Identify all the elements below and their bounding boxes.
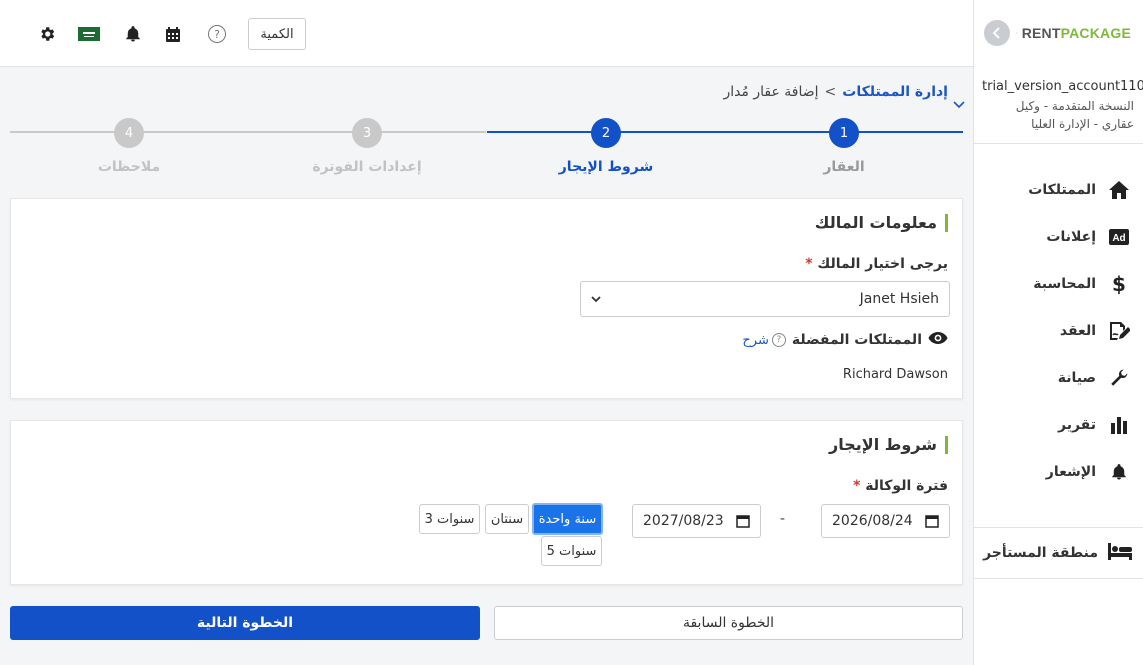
- breadcrumb-separator: >: [824, 84, 837, 100]
- sidebar-item-label: المحاسبة: [1033, 275, 1096, 292]
- period-label-text: فترة الوكالة: [865, 478, 948, 494]
- wizard-stepper: 1 العقار 2 شروط الإيجار 3 إعدادات الفوتر…: [10, 115, 963, 185]
- previous-step-button[interactable]: الخطوة السابقة: [494, 606, 963, 640]
- logo-text-package: PACKAGE: [1060, 25, 1131, 41]
- sidebar-item-accounting[interactable]: المحاسبة $: [974, 260, 1143, 307]
- favorites-value: Richard Dawson: [842, 367, 948, 382]
- home-icon: [1108, 179, 1130, 201]
- eye-icon[interactable]: [928, 331, 948, 349]
- stepper-line-complete: [487, 131, 963, 133]
- sidebar-item-label: الممتلكات: [1028, 181, 1096, 198]
- ad-icon: Ad: [1108, 226, 1130, 248]
- sidebar-item-label: صيانة: [1057, 369, 1096, 386]
- owner-info-card: معلومات المالك يرجى اختيار المالك * Jane…: [10, 198, 963, 399]
- step-4-label[interactable]: ملاحظات: [59, 159, 199, 175]
- svg-text:Ad: Ad: [1112, 233, 1125, 244]
- bell-icon[interactable]: [123, 24, 143, 44]
- calendar-icon: [925, 515, 939, 528]
- sidebar-item-contract[interactable]: العقد: [974, 307, 1143, 354]
- top-bar: ? الكمية: [0, 0, 973, 67]
- logo-text: RENTPACKAGE: [1022, 25, 1131, 41]
- breadcrumb-current: إضافة عقار مُدار: [723, 84, 819, 100]
- sidebar-item-label: الإشعار: [1045, 463, 1096, 480]
- owner-select-value: Janet Hsieh: [859, 291, 939, 307]
- stepper-line-pending: [10, 131, 367, 133]
- help-icon[interactable]: ?: [207, 24, 227, 44]
- step-4-circle[interactable]: 4: [114, 118, 144, 148]
- explain-link[interactable]: ? شرح: [742, 332, 786, 348]
- wrench-icon: [1108, 367, 1130, 389]
- help-symbol: ?: [208, 25, 226, 43]
- sidebar-menu: الممتلكات إعلانات Ad المحاسبة $ العقد صي…: [974, 166, 1143, 495]
- period-two-years-button[interactable]: سنتان: [485, 504, 529, 534]
- favorites-row: الممتلكات المفضلة ? شرح: [742, 331, 948, 349]
- period-one-year-button[interactable]: سنة واحدة: [532, 503, 603, 535]
- start-date-value: 2026/08/24: [832, 513, 913, 529]
- gear-icon[interactable]: [37, 24, 57, 44]
- sidebar-item-properties[interactable]: الممتلكات: [974, 166, 1143, 213]
- period-field-label: فترة الوكالة *: [853, 478, 948, 494]
- explain-link-label: شرح: [742, 332, 769, 348]
- chart-icon: [1108, 414, 1130, 436]
- rentpackage-logo[interactable]: RENTPACKAGE: [1016, 20, 1131, 46]
- start-date-input[interactable]: 2026/08/24: [821, 504, 950, 538]
- step-1-label[interactable]: العقار: [774, 159, 914, 175]
- owner-label-text: يرجى اختيار المالك: [817, 256, 948, 272]
- sidebar-collapse-button[interactable]: [984, 20, 1010, 46]
- svg-text:$: $: [1112, 273, 1126, 295]
- sidebar-item-notification[interactable]: الإشعار: [974, 448, 1143, 495]
- quantity-button[interactable]: الكمية: [248, 18, 306, 50]
- breadcrumb-parent[interactable]: إدارة الممتلكات: [842, 84, 948, 100]
- lease-card-title: شروط الإيجار: [829, 436, 948, 454]
- favorites-title: الممتلكات المفضلة: [791, 332, 922, 348]
- date-separator: -: [780, 511, 786, 527]
- sidebar: trial_version_account110 النسخة المتقدمة…: [973, 0, 1143, 665]
- sidebar-item-label: العقد: [1059, 322, 1096, 339]
- owner-card-title: معلومات المالك: [815, 214, 948, 232]
- tenant-area-label: منطقة المستأجر: [983, 545, 1098, 561]
- required-mark: *: [853, 478, 861, 494]
- owner-field-label: يرجى اختيار المالك *: [805, 256, 948, 272]
- chevron-down-icon[interactable]: [953, 98, 965, 113]
- sidebar-item-maintenance[interactable]: صيانة: [974, 354, 1143, 401]
- sidebar-item-ads[interactable]: إعلانات Ad: [974, 213, 1143, 260]
- saudi-flag-icon[interactable]: [78, 24, 100, 44]
- bed-icon: [1108, 542, 1132, 564]
- breadcrumb: إدارة الممتلكات > إضافة عقار مُدار: [723, 84, 948, 100]
- contract-icon: [1108, 320, 1130, 342]
- owner-select[interactable]: Janet Hsieh: [580, 281, 950, 317]
- logo-house-icon: [1016, 32, 1018, 34]
- account-role: النسخة المتقدمة - وكيل عقاري - الإدارة ا…: [1015, 99, 1134, 131]
- end-date-input[interactable]: 2027/08/23: [632, 504, 761, 538]
- end-date-value: 2027/08/23: [643, 513, 724, 529]
- calendar-icon[interactable]: [163, 24, 183, 44]
- bell-icon: [1108, 461, 1130, 483]
- lease-terms-card: شروط الإيجار فترة الوكالة * 2026/08/24 -…: [10, 420, 963, 585]
- step-3-label[interactable]: إعدادات الفوترة: [297, 159, 437, 175]
- step-2-label[interactable]: شروط الإيجار: [536, 159, 676, 175]
- chevron-down-icon: [591, 295, 601, 302]
- sidebar-item-label: تقرير: [1057, 416, 1096, 433]
- logo-text-rent: RENT: [1021, 25, 1061, 41]
- period-five-years-button[interactable]: 5 سنوات: [541, 536, 602, 566]
- next-step-button[interactable]: الخطوة التالية: [10, 606, 480, 640]
- calendar-icon: [736, 515, 750, 528]
- step-2-circle[interactable]: 2: [591, 118, 621, 148]
- chevron-left-icon: [992, 27, 1000, 39]
- step-3-circle[interactable]: 3: [352, 118, 382, 148]
- dollar-icon: $: [1108, 273, 1130, 295]
- required-mark: *: [805, 256, 813, 272]
- account-info[interactable]: trial_version_account110 النسخة المتقدمة…: [974, 67, 1143, 144]
- sidebar-item-label: إعلانات: [1046, 228, 1096, 245]
- sidebar-item-report[interactable]: تقرير: [974, 401, 1143, 448]
- period-three-years-button[interactable]: 3 سنوات: [419, 504, 480, 534]
- step-1-circle[interactable]: 1: [829, 118, 859, 148]
- tenant-area-link[interactable]: منطقة المستأجر: [974, 527, 1143, 579]
- stepper-line-pending: [367, 131, 486, 133]
- account-name: trial_version_account110: [982, 79, 1143, 94]
- help-icon: ?: [771, 333, 786, 347]
